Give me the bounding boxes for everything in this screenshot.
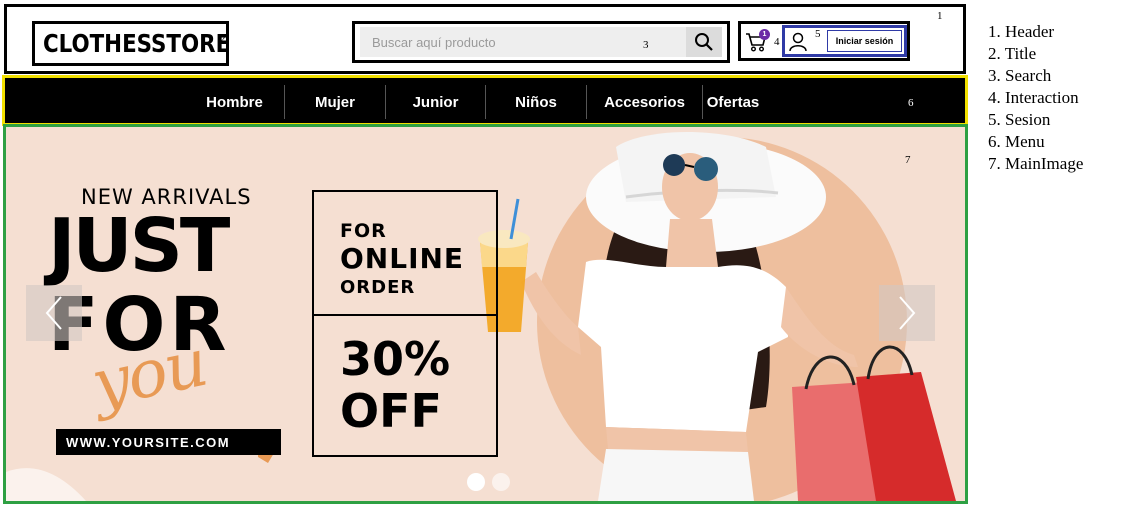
menu-annotation: 6: [908, 97, 914, 109]
menu-item-accesorios[interactable]: Accesorios: [587, 85, 703, 119]
legend-item-header: 1. Header: [988, 22, 1055, 41]
search-input[interactable]: [360, 27, 686, 57]
interaction-area: 1 4 5 Iniciar sesión: [738, 21, 910, 61]
chevron-left-icon: [45, 296, 62, 330]
menu-items: Hombre Mujer Junior Niños Accesorios Ofe…: [185, 85, 763, 119]
offer-divider: [314, 314, 496, 316]
offer-percent-text: 30%: [340, 332, 451, 386]
legend-item-interaction: 4. Interaction: [988, 88, 1079, 107]
legend-item-menu: 6. Menu: [988, 132, 1045, 151]
cart-button[interactable]: 1: [745, 29, 770, 53]
search-button[interactable]: [686, 27, 722, 57]
menu-item-mujer[interactable]: Mujer: [285, 85, 386, 119]
search-annotation: 3: [643, 39, 649, 51]
main-menu: Hombre Mujer Junior Niños Accesorios Ofe…: [2, 75, 968, 126]
user-icon[interactable]: [787, 31, 809, 53]
logo-text: CLOTHESSTORE: [43, 29, 231, 58]
menu-item-junior[interactable]: Junior: [386, 85, 486, 119]
menu-item-hombre[interactable]: Hombre: [185, 85, 285, 119]
cart-count-badge: 1: [759, 29, 770, 40]
session-annotation: 5: [815, 28, 821, 40]
menu-item-ninos[interactable]: Niños: [486, 85, 587, 119]
website-bar[interactable]: WWW.YOURSITE.COM: [56, 429, 281, 455]
header: 1 CLOTHESSTORE 2 3 1 4: [4, 4, 966, 74]
legend-item-title: 2. Title: [988, 44, 1037, 63]
menu-item-ofertas[interactable]: Ofertas: [703, 85, 763, 119]
carousel-prev-button[interactable]: [26, 285, 82, 341]
search-bar: 3: [352, 21, 730, 63]
title-annotation: 2: [220, 33, 226, 45]
offer-box: FOR ONLINE ORDER 30% OFF: [312, 190, 498, 457]
just-text: JUST: [48, 203, 230, 289]
main-image-annotation: 7: [905, 154, 911, 166]
login-button[interactable]: Iniciar sesión: [827, 30, 902, 52]
interaction-annotation: 4: [774, 36, 780, 48]
offer-for-text: FOR: [340, 220, 387, 242]
website-text: WWW.YOURSITE.COM: [66, 434, 231, 450]
search-icon: [695, 33, 713, 51]
main-image-banner: NEW ARRIVALS JUST FOR you WWW.YOURSITE.C…: [3, 124, 968, 504]
legend-item-main-image: 7. MainImage: [988, 154, 1084, 173]
offer-order-text: ORDER: [340, 277, 416, 298]
store-logo[interactable]: CLOTHESSTORE: [32, 21, 231, 66]
chevron-right-icon: [899, 296, 916, 330]
annotation-legend: 1. Header 2. Title 3. Search 4. Interact…: [988, 21, 1083, 175]
carousel-next-button[interactable]: [879, 285, 935, 341]
header-annotation: 1: [937, 10, 943, 22]
session-area: 5 Iniciar sesión: [782, 25, 907, 57]
carousel-dot-2[interactable]: [492, 473, 510, 491]
offer-off-text: OFF: [340, 384, 442, 438]
offer-online-text: ONLINE: [340, 242, 465, 275]
legend-item-session: 5. Sesion: [988, 110, 1051, 129]
legend-item-search: 3. Search: [988, 66, 1052, 85]
carousel-dot-1[interactable]: [467, 473, 485, 491]
